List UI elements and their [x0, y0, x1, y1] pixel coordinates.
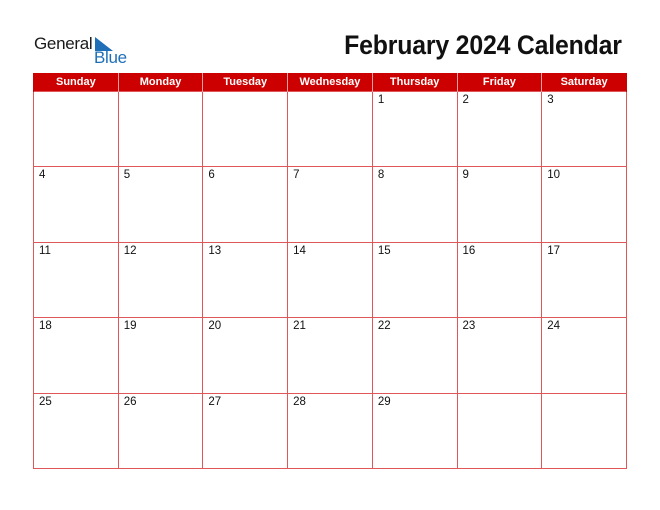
day-number: 29	[377, 395, 391, 408]
day-cell: 14	[287, 241, 373, 319]
day-number: 6	[208, 169, 215, 182]
day-cell	[456, 392, 543, 469]
day-cell: 15	[371, 241, 458, 319]
day-cell: 27	[202, 392, 289, 469]
day-cell: 10	[541, 166, 627, 243]
day-cell: 2	[456, 90, 543, 168]
day-cell: 28	[287, 392, 373, 469]
day-number: 28	[293, 395, 306, 408]
day-number: 5	[123, 169, 131, 182]
day-number	[288, 92, 372, 94]
day-number: 14	[293, 244, 306, 257]
weekday-header-row: Sunday Monday Tuesday Wednesday Thursday…	[33, 73, 627, 92]
day-number	[203, 92, 287, 94]
day-cell: 23	[456, 317, 543, 394]
day-cell: 21	[287, 317, 373, 394]
day-number	[458, 394, 542, 396]
day-number: 21	[293, 320, 306, 333]
day-cell: 18	[33, 317, 119, 394]
weekday-friday: Friday	[456, 73, 543, 92]
day-number: 27	[208, 395, 222, 408]
day-number: 8	[377, 169, 385, 182]
calendar-grid: Sunday Monday Tuesday Wednesday Thursday…	[33, 73, 627, 469]
day-cell: 13	[202, 241, 289, 319]
day-cell: 25	[33, 392, 119, 469]
day-cell	[202, 90, 289, 168]
day-cell: 8	[371, 166, 458, 243]
day-cell: 12	[117, 241, 204, 319]
day-cell: 3	[541, 90, 627, 168]
general-blue-logo: General Blue	[34, 34, 127, 68]
day-cell: 22	[371, 317, 458, 394]
day-number	[34, 92, 118, 94]
day-number: 23	[462, 320, 476, 333]
day-number	[542, 394, 626, 396]
day-cell: 7	[287, 166, 373, 243]
day-cell: 20	[202, 317, 289, 394]
day-number: 26	[123, 395, 137, 408]
day-cell: 5	[117, 166, 204, 243]
weekday-wednesday: Wednesday	[287, 73, 373, 92]
week-row: 25 26 27 28 29	[33, 392, 627, 469]
day-number: 13	[208, 244, 222, 257]
day-cell: 16	[456, 241, 543, 319]
day-cell: 9	[456, 166, 543, 243]
page-title: February 2024 Calendar	[344, 30, 622, 60]
day-number	[119, 92, 203, 94]
day-cell	[287, 90, 373, 168]
day-number: 18	[39, 320, 52, 333]
day-number: 2	[462, 94, 469, 106]
day-cell: 17	[541, 241, 627, 319]
day-number: 15	[377, 244, 391, 257]
weekday-thursday: Thursday	[371, 73, 458, 92]
weekday-sunday: Sunday	[33, 73, 119, 92]
day-number: 19	[123, 320, 137, 333]
weekday-monday: Monday	[117, 73, 204, 92]
day-number: 12	[123, 244, 137, 257]
day-number: 3	[547, 94, 554, 106]
day-cell	[33, 90, 119, 168]
day-number: 9	[462, 169, 469, 182]
day-number: 4	[39, 169, 46, 182]
day-cell: 29	[371, 392, 458, 469]
day-cell: 24	[541, 317, 627, 394]
week-row: 18 19 20 21 22 23 24	[33, 317, 627, 394]
logo-text-blue: Blue	[94, 48, 127, 67]
day-cell: 11	[33, 241, 119, 319]
day-cell: 26	[117, 392, 204, 469]
day-number: 16	[462, 244, 476, 257]
week-row: 11 12 13 14 15 16 17	[33, 241, 627, 319]
day-cell	[541, 392, 627, 469]
day-number: 20	[208, 320, 222, 333]
day-cell: 19	[117, 317, 204, 394]
day-number: 24	[547, 320, 561, 333]
day-number: 7	[293, 169, 300, 182]
day-cell: 1	[371, 90, 458, 168]
logo-text-general: General	[34, 34, 93, 53]
week-row: 1 2 3	[33, 90, 627, 168]
day-number: 1	[377, 94, 385, 106]
day-cell	[117, 90, 204, 168]
day-number: 11	[39, 244, 51, 257]
day-number: 17	[547, 244, 561, 257]
week-row: 4 5 6 7 8 9 10	[33, 166, 627, 243]
day-number: 22	[377, 320, 391, 333]
day-number: 25	[39, 395, 52, 408]
day-number: 10	[547, 169, 561, 182]
day-cell: 4	[33, 166, 119, 243]
weekday-tuesday: Tuesday	[202, 73, 289, 92]
weekday-saturday: Saturday	[541, 73, 627, 92]
day-cell: 6	[202, 166, 289, 243]
